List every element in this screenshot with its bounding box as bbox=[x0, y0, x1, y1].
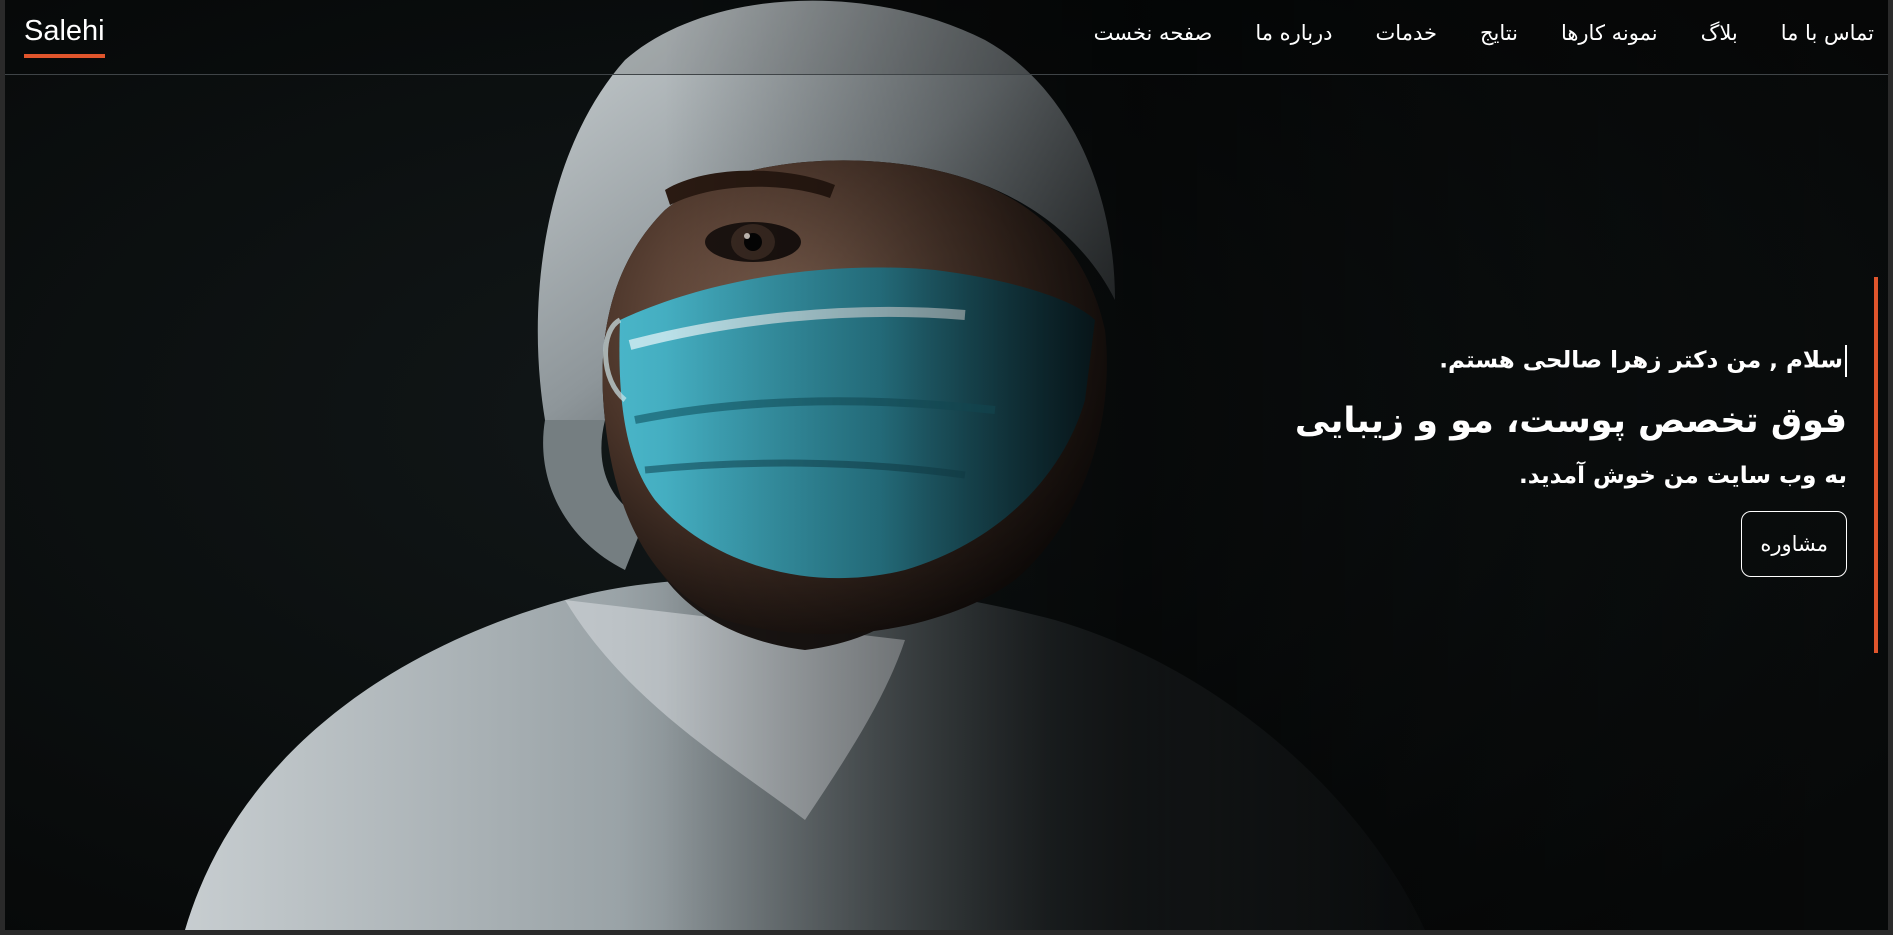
hero-greeting-text: سلام , من دکتر زهرا صالحی هستم. bbox=[1439, 347, 1843, 374]
main-nav: صفحه نخست درباره ما خدمات نتایج نمونه کا… bbox=[1094, 18, 1874, 48]
nav-item-blog[interactable]: بلاگ bbox=[1701, 18, 1738, 48]
hero-subline: به وب سایت من خوش آمدید. bbox=[1518, 463, 1847, 489]
page-frame: Salehi صفحه نخست درباره ما خدمات نتایج ن… bbox=[5, 0, 1888, 930]
nav-item-portfolio[interactable]: نمونه کارها bbox=[1561, 18, 1658, 48]
brand-logo[interactable]: Salehi bbox=[24, 14, 105, 58]
nav-item-about[interactable]: درباره ما bbox=[1255, 18, 1332, 48]
nav-item-contact[interactable]: تماس با ما bbox=[1781, 18, 1874, 48]
nav-item-services[interactable]: خدمات bbox=[1376, 18, 1437, 48]
nav-item-results[interactable]: نتایج bbox=[1480, 18, 1518, 48]
typing-caret bbox=[1845, 345, 1847, 377]
top-navbar: Salehi صفحه نخست درباره ما خدمات نتایج ن… bbox=[5, 0, 1888, 75]
hero-greeting: سلام , من دکتر زهرا صالحی هستم. bbox=[1295, 345, 1847, 377]
hero-accent-bar bbox=[1874, 277, 1878, 653]
hero-headline: فوق تخصص پوست، مو و زیبایی bbox=[1294, 401, 1847, 441]
hero-content: سلام , من دکتر زهرا صالحی هستم. فوق تخصص… bbox=[1295, 345, 1847, 577]
nav-item-home[interactable]: صفحه نخست bbox=[1094, 18, 1213, 48]
consultation-button[interactable]: مشاوره bbox=[1741, 511, 1847, 577]
